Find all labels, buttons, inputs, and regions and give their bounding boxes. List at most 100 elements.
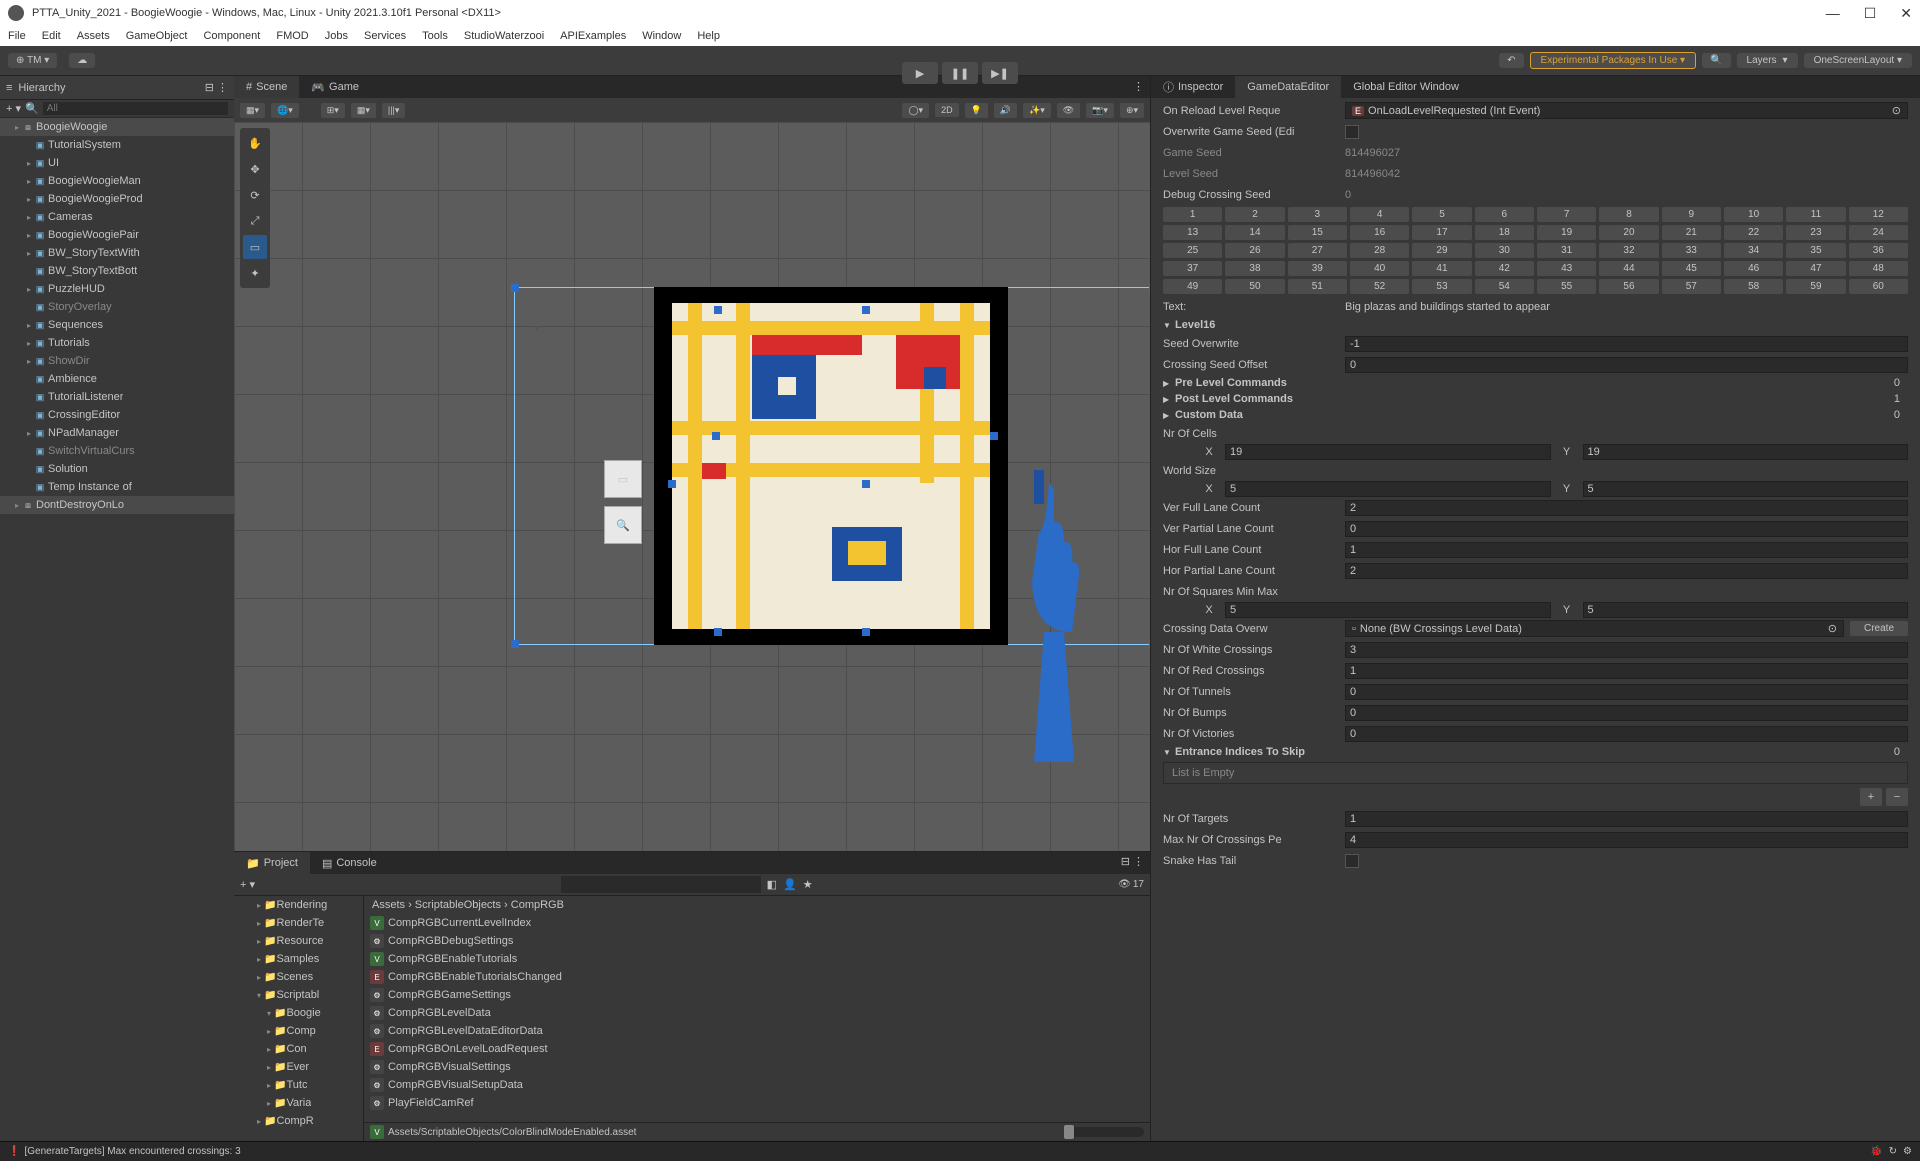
level-num-7[interactable]: 7 [1537,207,1596,222]
maxc-input[interactable] [1345,832,1908,848]
level-num-37[interactable]: 37 [1163,261,1222,276]
asset-list[interactable]: VCompRGBCurrentLevelIndex⚙CompRGBDebugSe… [364,914,1150,1122]
fx-btn[interactable]: ✨▾ [1023,103,1051,118]
level-num-31[interactable]: 31 [1537,243,1596,258]
crossing-data-field[interactable]: ▫ None (BW Crossings Level Data)⊙ [1345,620,1844,637]
packages-warning[interactable]: Experimental Packages In Use ▾ [1530,52,1697,69]
folder-item[interactable]: ▸📁Rendering [234,896,363,914]
menu-studiowaterzooi[interactable]: StudioWaterzooi [464,30,544,42]
status-bug-icon[interactable]: 🐞 [1870,1146,1882,1157]
create-asset-dropdown[interactable]: + ▾ [240,878,255,891]
cells-y-input[interactable] [1583,444,1909,460]
tree-item[interactable]: ▸▣Tutorials [0,334,234,352]
search-type-icon[interactable]: ◧ [767,878,777,891]
step-button[interactable]: ▶❚ [982,62,1018,84]
hierarchy-search-input[interactable] [43,102,228,115]
grid-btn[interactable]: ▦▾ [351,103,376,118]
level-num-26[interactable]: 26 [1225,243,1284,258]
folder-item[interactable]: ▸📁CompR [234,1112,363,1130]
project-folder-tree[interactable]: ▸📁Rendering▸📁RenderTe▸📁Resource▸📁Samples… [234,896,364,1141]
rect-tool[interactable]: ▭ [243,235,267,259]
level-num-5[interactable]: 5 [1412,207,1471,222]
incr-btn[interactable]: |||▾ [382,103,406,118]
gizmo-btn[interactable]: ⊕▾ [1120,103,1144,118]
account-button[interactable]: ⊕ TM ▾ [8,53,57,68]
level-num-25[interactable]: 25 [1163,243,1222,258]
menu-apiexamples[interactable]: APIExamples [560,30,626,42]
tree-item[interactable]: ▸⧈DontDestroyOnLo [0,496,234,514]
level-num-20[interactable]: 20 [1599,225,1658,240]
folder-item[interactable]: ▾📁Boogie [234,1004,363,1022]
asset-item[interactable]: ⚙CompRGBLevelDataEditorData [364,1022,1150,1040]
layout-dropdown[interactable]: OneScreenLayout ▾ [1804,53,1912,68]
tree-item[interactable]: ▣Temp Instance of [0,478,234,496]
shading-dropdown[interactable]: ▦▾ [240,103,265,118]
tree-item[interactable]: ▸▣PuzzleHUD [0,280,234,298]
folder-item[interactable]: ▸📁Varia [234,1094,363,1112]
level-num-44[interactable]: 44 [1599,261,1658,276]
hierarchy-tree[interactable]: ▸⧈BoogieWoogie▣TutorialSystem▸▣UI▸▣Boogi… [0,118,234,1141]
level-num-39[interactable]: 39 [1288,261,1347,276]
level-num-36[interactable]: 36 [1849,243,1908,258]
sq-x-input[interactable] [1225,602,1551,618]
level-num-24[interactable]: 24 [1849,225,1908,240]
hpart-input[interactable] [1345,563,1908,579]
pre-level-foldout[interactable]: ▶Pre Level Commands0 [1151,375,1920,391]
asset-size-slider[interactable] [1064,1127,1144,1137]
asset-item[interactable]: ⚙CompRGBDebugSettings [364,932,1150,950]
tab-menu-icon[interactable]: ⋮ [1127,76,1150,98]
level-num-21[interactable]: 21 [1662,225,1721,240]
tab-console[interactable]: ▤ Console [310,852,389,874]
folder-item[interactable]: ▸📁Scenes [234,968,363,986]
asset-item[interactable]: ⚙CompRGBGameSettings [364,986,1150,1004]
tree-item[interactable]: ▸▣BoogieWoogiePair [0,226,234,244]
scene-view[interactable]: ✋ ✥ ⟳ ⤢ ▭ ✦ [234,122,1150,851]
tab-globaleditor[interactable]: Global Editor Window [1341,76,1471,98]
folder-item[interactable]: ▾📁Scriptabl [234,986,363,1004]
custom-data-foldout[interactable]: ▶Custom Data0 [1151,407,1920,423]
level-num-51[interactable]: 51 [1288,279,1347,294]
bump-input[interactable] [1345,705,1908,721]
vfull-input[interactable] [1345,500,1908,516]
level-num-13[interactable]: 13 [1163,225,1222,240]
level-num-45[interactable]: 45 [1662,261,1721,276]
folder-item[interactable]: ▸📁Samples [234,950,363,968]
level-num-18[interactable]: 18 [1475,225,1534,240]
level-num-11[interactable]: 11 [1786,207,1845,222]
folder-item[interactable]: ▸📁Con [234,1040,363,1058]
snake-checkbox[interactable] [1345,854,1359,868]
maximize-icon[interactable]: ☐ [1864,5,1877,22]
level-num-32[interactable]: 32 [1599,243,1658,258]
level-num-12[interactable]: 12 [1849,207,1908,222]
level-num-49[interactable]: 49 [1163,279,1222,294]
hfull-input[interactable] [1345,542,1908,558]
level-num-16[interactable]: 16 [1350,225,1409,240]
tab-gamedataeditor[interactable]: GameDataEditor [1235,76,1341,98]
tab-game[interactable]: 🎮Game [299,76,371,98]
level-num-58[interactable]: 58 [1724,279,1783,294]
tree-item[interactable]: ▣BW_StoryTextBott [0,262,234,280]
asset-item[interactable]: VCompRGBCurrentLevelIndex [364,914,1150,932]
folder-item[interactable]: ▸📁Tutc [234,1076,363,1094]
asset-item[interactable]: ⚙CompRGBVisualSettings [364,1058,1150,1076]
vis-btn[interactable]: 👁 [1057,103,1080,118]
tun-input[interactable] [1345,684,1908,700]
level-num-17[interactable]: 17 [1412,225,1471,240]
create-button[interactable]: Create [1850,621,1908,636]
level-num-53[interactable]: 53 [1412,279,1471,294]
undo-history-button[interactable]: ↶ [1499,53,1523,68]
tree-item[interactable]: ▸▣UI [0,154,234,172]
targets-input[interactable] [1345,811,1908,827]
cloud-button[interactable]: ☁ [69,53,95,68]
level-num-59[interactable]: 59 [1786,279,1845,294]
level-num-40[interactable]: 40 [1350,261,1409,276]
tree-item[interactable]: ▸▣NPadManager [0,424,234,442]
sq-y-input[interactable] [1583,602,1909,618]
breadcrumb[interactable]: Assets › ScriptableObjects › CompRGB [364,896,1150,914]
level-num-29[interactable]: 29 [1412,243,1471,258]
level-num-57[interactable]: 57 [1662,279,1721,294]
level-num-23[interactable]: 23 [1786,225,1845,240]
tree-item[interactable]: ▸▣Sequences [0,316,234,334]
move-tool[interactable]: ✥ [243,157,267,181]
level-num-19[interactable]: 19 [1537,225,1596,240]
